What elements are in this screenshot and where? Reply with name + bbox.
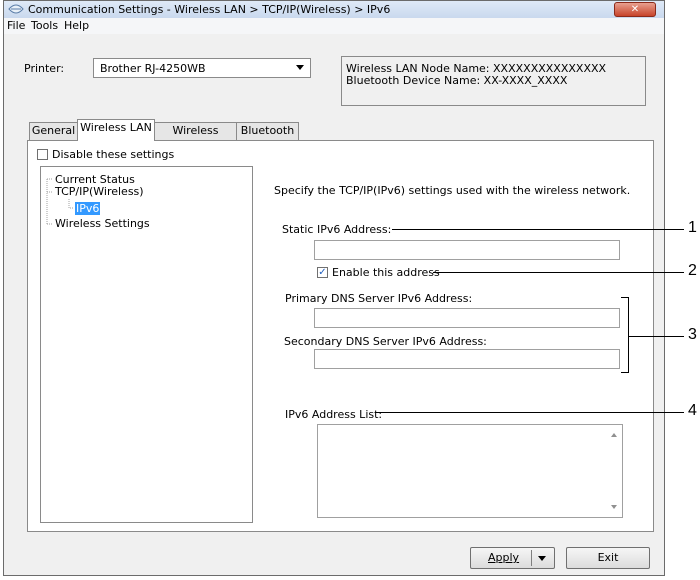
printer-select[interactable]: Brother RJ-4250WB <box>93 58 311 78</box>
tree-item-wireless-settings[interactable]: Wireless Settings <box>55 217 150 230</box>
printer-label: Printer: <box>24 62 65 75</box>
secondary-dns-label: Secondary DNS Server IPv6 Address: <box>284 335 487 348</box>
tab-wireless-direct[interactable]: Wireless Direct <box>154 122 237 153</box>
scroll-up-icon[interactable] <box>611 433 617 437</box>
app-icon <box>8 4 24 14</box>
callout-line-4 <box>375 412 684 413</box>
disable-settings-checkbox[interactable] <box>37 149 48 160</box>
menu-bar: File Tools Help <box>4 18 664 34</box>
apply-button[interactable]: Apply <box>470 547 555 569</box>
printer-select-value: Brother RJ-4250WB <box>100 62 206 75</box>
callout-number-3: 3 <box>688 326 697 343</box>
callout-bracket-3 <box>621 297 629 373</box>
menu-tools[interactable]: Tools <box>31 19 58 32</box>
checkmark-icon: ✓ <box>318 267 327 278</box>
close-icon: ✕ <box>630 4 640 15</box>
secondary-dns-input[interactable] <box>314 349 620 369</box>
tree-item-tcpip-wireless[interactable]: TCP/IP(Wireless) <box>55 185 144 198</box>
menu-help[interactable]: Help <box>64 19 89 32</box>
callout-number-2: 2 <box>688 262 697 279</box>
split-divider <box>531 550 532 566</box>
bluetooth-name-text: Bluetooth Device Name: XX-XXXX_XXXX <box>346 74 568 87</box>
tab-bluetooth[interactable]: Bluetooth <box>236 122 299 140</box>
ipv6-list-label: IPv6 Address List: <box>285 408 383 421</box>
chevron-down-icon <box>296 65 304 70</box>
callout-number-4: 4 <box>688 402 697 419</box>
tab-general[interactable]: General <box>29 122 78 140</box>
scroll-down-icon[interactable] <box>611 505 617 509</box>
description-text: Specify the TCP/IP(IPv6) settings used w… <box>274 184 631 197</box>
printer-info-box: Wireless LAN Node Name: XXXXXXXXXXXXXXX … <box>341 56 646 106</box>
callout-line-1 <box>392 229 684 230</box>
chevron-down-icon[interactable] <box>538 556 546 561</box>
callout-line-3 <box>629 336 684 337</box>
ipv6-address-list[interactable] <box>317 424 623 518</box>
tree-item-ipv6[interactable]: IPv6 <box>75 202 101 215</box>
tab-wireless-lan[interactable]: Wireless LAN <box>77 119 155 141</box>
window-title: Communication Settings - Wireless LAN > … <box>28 3 391 16</box>
primary-dns-label: Primary DNS Server IPv6 Address: <box>285 292 473 305</box>
close-button[interactable]: ✕ <box>614 2 656 17</box>
menu-file[interactable]: File <box>7 19 25 32</box>
settings-tree: Current Status TCP/IP(Wireless) IPv6 Wir… <box>40 166 253 523</box>
disable-settings-label: Disable these settings <box>52 148 175 161</box>
title-bar: Communication Settings - Wireless LAN > … <box>4 1 664 18</box>
static-ipv6-label: Static IPv6 Address: <box>282 223 392 236</box>
primary-dns-input[interactable] <box>314 308 620 328</box>
static-ipv6-input[interactable] <box>314 240 620 260</box>
exit-button[interactable]: Exit <box>566 547 650 569</box>
apply-button-label: Apply <box>488 551 520 564</box>
enable-address-label: Enable this address <box>332 266 440 279</box>
callout-line-2 <box>433 272 684 273</box>
enable-address-checkbox[interactable]: ✓ <box>317 267 328 278</box>
dialog-window: Communication Settings - Wireless LAN > … <box>3 0 665 576</box>
callout-number-1: 1 <box>688 219 697 236</box>
